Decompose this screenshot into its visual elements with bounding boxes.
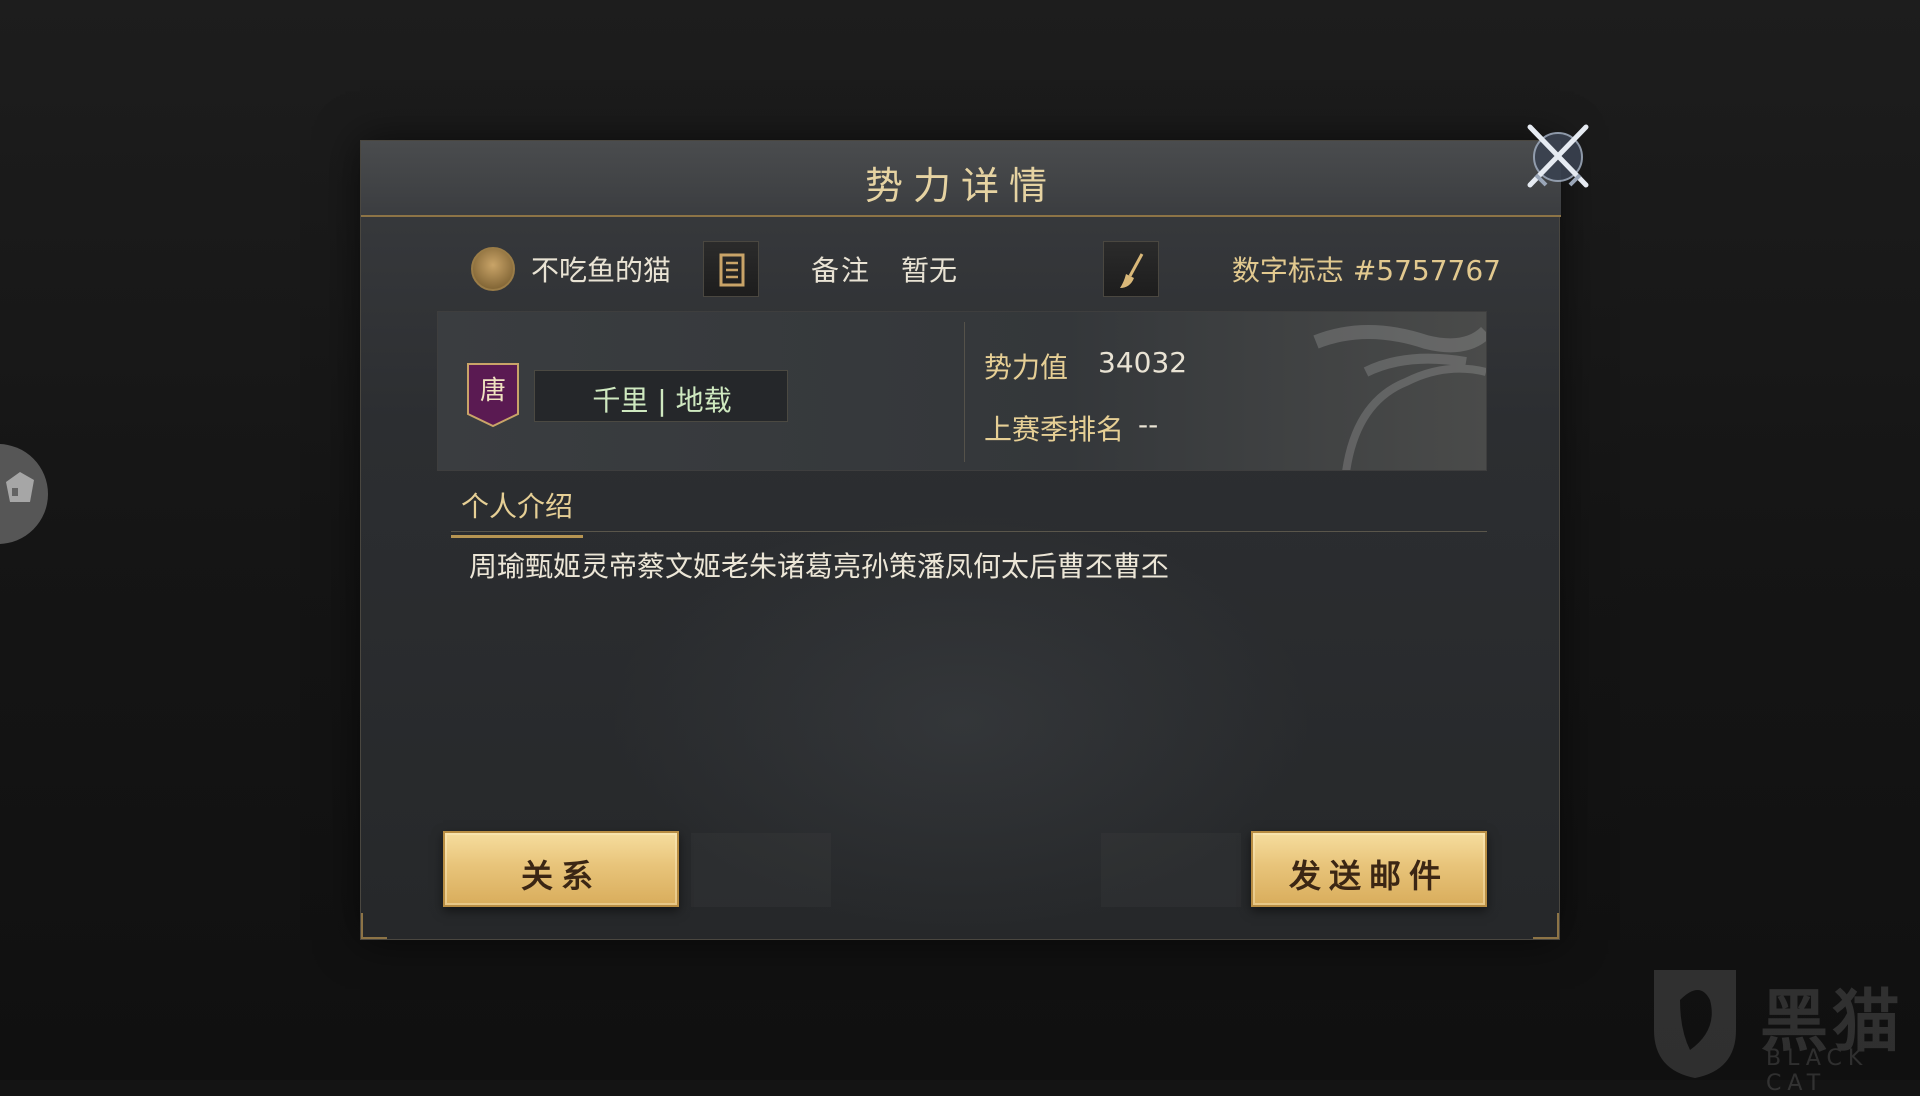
- player-info-row: 不吃鱼的猫 备注 暂无 数字标志 #5757767: [471, 241, 1471, 301]
- dialog-title: 势力详情: [361, 155, 1561, 210]
- section-divider: [451, 531, 1487, 532]
- corner-ornament: [1533, 913, 1559, 939]
- season-rank-label: 上赛季排名: [984, 408, 1124, 448]
- note-value: 暂无: [901, 249, 957, 289]
- tree-painting-decoration: [1166, 312, 1486, 471]
- corner-ornament: [361, 913, 387, 939]
- dialog-header: 势力详情: [361, 141, 1561, 217]
- digital-id: 数字标志 #5757767: [1232, 249, 1501, 289]
- faded-decoration: [691, 833, 831, 907]
- card-divider: [964, 322, 965, 462]
- relation-button[interactable]: 关系: [443, 831, 679, 907]
- alliance-name-box[interactable]: 千里 | 地载: [534, 370, 788, 422]
- power-value: 34032: [1098, 346, 1187, 379]
- personal-intro-text: 周瑜甄姬灵帝蔡文姬老朱诸葛亮孙策潘凤何太后曹丕曹丕: [469, 545, 1169, 585]
- avatar-icon[interactable]: [471, 247, 515, 291]
- send-mail-button[interactable]: 发送邮件: [1251, 831, 1487, 907]
- send-mail-button-label: 发送邮件: [1253, 851, 1485, 897]
- faction-detail-dialog: 势力详情 不吃鱼的猫 备注 暂无 数字标志 #5757767: [360, 140, 1560, 940]
- copy-name-button[interactable]: [703, 241, 759, 297]
- cat-logo-icon: [1640, 960, 1750, 1080]
- watermark-subtext: BLACK CAT: [1766, 1046, 1920, 1096]
- season-rank-value: --: [1138, 408, 1158, 441]
- relation-button-label: 关系: [445, 851, 677, 897]
- edit-note-button[interactable]: [1103, 241, 1159, 297]
- note-label: 备注: [811, 249, 871, 289]
- document-icon: [704, 242, 760, 298]
- side-tab-icon: [2, 462, 38, 512]
- power-label: 势力值: [984, 346, 1068, 386]
- brush-icon: [1104, 242, 1160, 298]
- faded-decoration: [1101, 833, 1241, 907]
- player-name: 不吃鱼的猫: [531, 249, 671, 289]
- watermark: 黑猫 BLACK CAT: [1640, 960, 1920, 1080]
- faction-card: 唐 千里 | 地载 势力值 34032 上赛季排名 --: [437, 311, 1487, 471]
- crossed-swords-icon[interactable]: [1516, 113, 1600, 197]
- alliance-name: 千里 | 地载: [535, 379, 789, 419]
- faction-banner-text: 唐: [466, 370, 520, 407]
